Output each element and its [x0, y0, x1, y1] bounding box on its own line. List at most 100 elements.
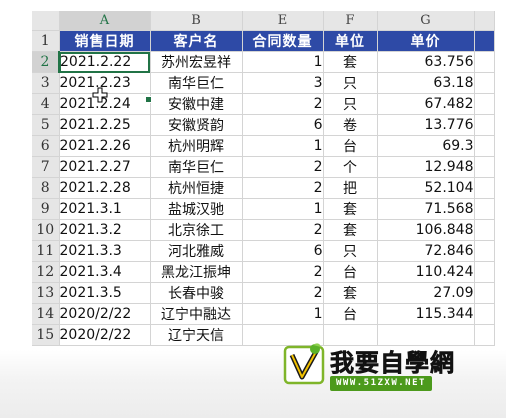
column-header-g[interactable]: G [377, 11, 475, 31]
overflow-cell[interactable] [474, 114, 495, 136]
date-cell[interactable]: 2021.3.5 [59, 282, 151, 304]
overflow-cell[interactable] [474, 261, 495, 283]
column-header-e[interactable]: E [242, 11, 324, 31]
customer-cell[interactable]: 辽宁中融达 [150, 303, 243, 325]
date-cell[interactable]: 2021.2.22 [59, 51, 151, 73]
quantity-cell[interactable]: 3 [242, 72, 324, 94]
price-cell[interactable]: 110.424 [377, 261, 475, 283]
quantity-cell[interactable]: 2 [242, 282, 324, 304]
overflow-cell[interactable] [474, 282, 495, 304]
row-header[interactable]: 11 [32, 240, 60, 262]
quantity-cell[interactable]: 2 [242, 93, 324, 115]
price-cell[interactable]: 27.09 [377, 282, 475, 304]
customer-cell[interactable]: 黑龙江振坤 [150, 261, 243, 283]
row-header[interactable]: 15 [32, 324, 60, 346]
date-cell[interactable]: 2021.3.2 [59, 219, 151, 241]
unit-cell[interactable]: 卷 [323, 114, 378, 136]
overflow-cell[interactable] [474, 240, 495, 262]
fill-handle[interactable] [145, 96, 152, 103]
customer-cell[interactable]: 辽宁天信 [150, 324, 243, 346]
price-cell[interactable]: 106.848 [377, 219, 475, 241]
header-cell-quantity[interactable]: 合同数量 [242, 30, 324, 52]
price-cell[interactable]: 63.756 [377, 51, 475, 73]
row-header[interactable]: 12 [32, 261, 60, 283]
overflow-cell[interactable] [474, 51, 495, 73]
customer-cell[interactable]: 安徽贤韵 [150, 114, 243, 136]
date-cell[interactable]: 2021.3.1 [59, 198, 151, 220]
date-cell[interactable]: 2021.2.27 [59, 156, 151, 178]
header-cell-sale-date[interactable]: 销售日期 [59, 30, 151, 52]
unit-cell[interactable]: 套 [323, 51, 378, 73]
customer-cell[interactable]: 北京徐工 [150, 219, 243, 241]
quantity-cell[interactable]: 2 [242, 261, 324, 283]
overflow-cell[interactable] [474, 156, 495, 178]
customer-cell[interactable]: 南华巨仁 [150, 156, 243, 178]
quantity-cell[interactable]: 1 [242, 198, 324, 220]
quantity-cell[interactable]: 6 [242, 114, 324, 136]
date-cell[interactable]: 2020/2/22 [59, 303, 151, 325]
overflow-cell[interactable] [474, 198, 495, 220]
customer-cell[interactable]: 安徽中建 [150, 93, 243, 115]
unit-cell[interactable]: 台 [323, 261, 378, 283]
header-cell-price[interactable]: 单价 [377, 30, 475, 52]
unit-cell[interactable]: 只 [323, 72, 378, 94]
overflow-cell[interactable] [474, 303, 495, 325]
customer-cell[interactable]: 杭州明辉 [150, 135, 243, 157]
overflow-cell[interactable] [474, 72, 495, 94]
row-header[interactable]: 8 [32, 177, 60, 199]
quantity-cell[interactable]: 1 [242, 135, 324, 157]
customer-cell[interactable]: 南华巨仁 [150, 72, 243, 94]
select-all-corner[interactable] [32, 11, 60, 31]
overflow-cell[interactable] [474, 219, 495, 241]
price-cell[interactable]: 71.568 [377, 198, 475, 220]
row-header[interactable]: 6 [32, 135, 60, 157]
unit-cell[interactable]: 只 [323, 93, 378, 115]
customer-cell[interactable]: 盐城汉驰 [150, 198, 243, 220]
row-header[interactable]: 14 [32, 303, 60, 325]
quantity-cell[interactable]: 2 [242, 156, 324, 178]
column-header-b[interactable]: B [150, 11, 243, 31]
unit-cell[interactable]: 个 [323, 156, 378, 178]
unit-cell[interactable]: 套 [323, 282, 378, 304]
customer-cell[interactable]: 杭州恒捷 [150, 177, 243, 199]
unit-cell[interactable]: 把 [323, 177, 378, 199]
quantity-cell[interactable]: 6 [242, 240, 324, 262]
header-cell-customer[interactable]: 客户名 [150, 30, 243, 52]
customer-cell[interactable]: 长春中骏 [150, 282, 243, 304]
column-header-f[interactable]: F [323, 11, 378, 31]
unit-cell[interactable]: 台 [323, 303, 378, 325]
quantity-cell[interactable]: 2 [242, 177, 324, 199]
date-cell[interactable]: 2020/2/22 [59, 324, 151, 346]
price-cell[interactable]: 63.18 [377, 72, 475, 94]
price-cell[interactable]: 52.104 [377, 177, 475, 199]
quantity-cell[interactable]: 1 [242, 51, 324, 73]
row-header[interactable]: 13 [32, 282, 60, 304]
unit-cell[interactable]: 台 [323, 135, 378, 157]
overflow-cell[interactable] [474, 93, 495, 115]
row-header[interactable]: 9 [32, 198, 60, 220]
row-header[interactable]: 5 [32, 114, 60, 136]
customer-cell[interactable]: 苏州宏昱祥 [150, 51, 243, 73]
date-cell[interactable]: 2021.2.25 [59, 114, 151, 136]
date-cell[interactable]: 2021.3.3 [59, 240, 151, 262]
price-cell[interactable]: 67.482 [377, 93, 475, 115]
quantity-cell[interactable]: 2 [242, 219, 324, 241]
customer-cell[interactable]: 河北雅威 [150, 240, 243, 262]
unit-cell[interactable]: 只 [323, 240, 378, 262]
header-cell-next[interactable] [474, 30, 495, 52]
row-header[interactable]: 1 [32, 30, 60, 52]
column-header-next[interactable] [474, 11, 495, 31]
date-cell[interactable]: 2021.2.28 [59, 177, 151, 199]
unit-cell[interactable]: 套 [323, 198, 378, 220]
price-cell[interactable]: 115.344 [377, 303, 475, 325]
column-header-a[interactable]: A [59, 11, 151, 31]
price-cell[interactable]: 13.776 [377, 114, 475, 136]
date-cell[interactable]: 2021.3.4 [59, 261, 151, 283]
row-header[interactable]: 7 [32, 156, 60, 178]
date-cell[interactable]: 2021.2.26 [59, 135, 151, 157]
price-cell[interactable]: 72.846 [377, 240, 475, 262]
overflow-cell[interactable] [474, 177, 495, 199]
row-header[interactable]: 3 [32, 72, 60, 94]
price-cell[interactable]: 69.3 [377, 135, 475, 157]
quantity-cell[interactable]: 1 [242, 303, 324, 325]
